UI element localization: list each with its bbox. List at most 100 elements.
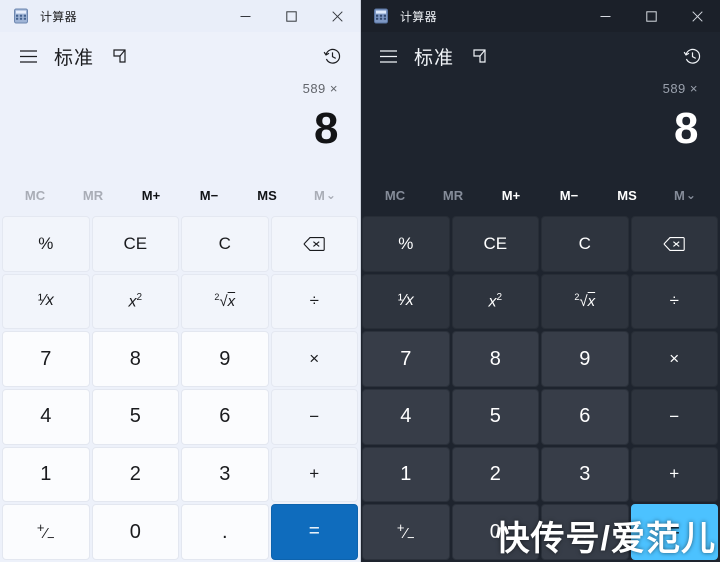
memory-recall-label: MR xyxy=(442,187,464,203)
equals-button[interactable]: = xyxy=(630,504,718,560)
digit-3-button[interactable]: 3 xyxy=(541,446,629,503)
history-clock-icon[interactable] xyxy=(316,40,348,72)
memory-subtract-button[interactable]: M− xyxy=(180,180,238,210)
square-button[interactable]: x2 xyxy=(451,273,539,330)
sign-toggle-button[interactable]: +⁄− xyxy=(2,504,90,560)
subtract-button[interactable]: − xyxy=(630,389,718,445)
digit-4-button[interactable]: 4 xyxy=(2,389,90,445)
digit-7-button[interactable]: 7 xyxy=(362,331,450,387)
digit-0-button[interactable]: 0 xyxy=(91,504,179,560)
maximize-button[interactable] xyxy=(268,0,314,32)
decimal-point-button[interactable]: . xyxy=(541,504,629,560)
keep-on-top-icon[interactable] xyxy=(106,43,132,69)
digit-2-button[interactable]: 2 xyxy=(91,446,179,503)
subtract-button[interactable]: − xyxy=(270,389,358,445)
digit-5-button[interactable]: 5 xyxy=(91,389,179,445)
hamburger-menu-icon[interactable] xyxy=(12,40,44,72)
result-value: 8 xyxy=(674,104,698,153)
square-root-button[interactable]: 2√x xyxy=(181,273,269,330)
percent-label: % xyxy=(398,233,414,253)
digit-1-button[interactable]: 1 xyxy=(2,446,90,503)
digit-1-label: 1 xyxy=(40,462,52,485)
digit-6-button[interactable]: 6 xyxy=(181,389,269,445)
percent-button[interactable]: % xyxy=(362,216,450,272)
clear-button[interactable]: C xyxy=(181,216,269,272)
square-root-button[interactable]: 2√x xyxy=(541,273,629,330)
digit-1-button[interactable]: 1 xyxy=(362,446,450,503)
digit-4-button[interactable]: 4 xyxy=(362,389,450,445)
backspace-button[interactable] xyxy=(630,216,718,272)
reciprocal-button[interactable]: ¹⁄x xyxy=(2,273,90,330)
multiply-label: × xyxy=(669,349,680,369)
memory-row-light: MC MR M+ M− MS M ⌄ xyxy=(0,176,360,214)
memory-dropdown-button[interactable]: M ⌄ xyxy=(296,180,354,210)
memory-dropdown-button[interactable]: M ⌄ xyxy=(656,180,714,210)
percent-button[interactable]: % xyxy=(2,216,90,272)
memory-dropdown-label: M xyxy=(314,187,325,203)
digit-7-button[interactable]: 7 xyxy=(2,331,90,387)
sign-toggle-label: +⁄− xyxy=(396,519,415,545)
multiply-button[interactable]: × xyxy=(630,331,718,387)
memory-store-button[interactable]: MS xyxy=(238,180,296,210)
digit-2-label: 2 xyxy=(489,462,501,485)
decimal-point-button[interactable]: . xyxy=(181,504,269,560)
hamburger-menu-icon[interactable] xyxy=(372,40,404,72)
digit-8-button[interactable]: 8 xyxy=(91,331,179,387)
history-clock-icon[interactable] xyxy=(676,40,708,72)
memory-clear-button[interactable]: MC xyxy=(366,180,424,210)
digit-9-button[interactable]: 9 xyxy=(541,331,629,387)
minimize-button[interactable] xyxy=(222,0,268,32)
clear-entry-button[interactable]: CE xyxy=(91,216,179,272)
digit-2-button[interactable]: 2 xyxy=(451,446,539,503)
add-button[interactable]: + xyxy=(630,446,718,503)
window-title: 计算器 xyxy=(400,9,437,24)
add-button[interactable]: + xyxy=(270,446,358,503)
digit-8-label: 8 xyxy=(129,347,141,370)
multiply-button[interactable]: × xyxy=(270,331,358,387)
digit-3-button[interactable]: 3 xyxy=(181,446,269,503)
decimal-point-label: . xyxy=(221,520,228,543)
close-button[interactable] xyxy=(314,0,360,32)
expression-text: 589 × xyxy=(302,81,338,96)
window-controls xyxy=(582,0,720,32)
calculator-icon xyxy=(373,8,389,24)
memory-clear-button[interactable]: MC xyxy=(6,180,64,210)
divide-button[interactable]: ÷ xyxy=(270,273,358,330)
close-button[interactable] xyxy=(674,0,720,32)
memory-subtract-label: M− xyxy=(559,187,579,203)
memory-subtract-button[interactable]: M− xyxy=(540,180,598,210)
chevron-down-icon: ⌄ xyxy=(325,188,336,202)
expression-text: 589 × xyxy=(662,81,698,96)
equals-button[interactable]: = xyxy=(270,504,358,560)
digit-6-button[interactable]: 6 xyxy=(541,389,629,445)
digit-5-label: 5 xyxy=(489,405,501,428)
result-value: 8 xyxy=(314,104,338,153)
clear-entry-button[interactable]: CE xyxy=(451,216,539,272)
memory-add-button[interactable]: M+ xyxy=(482,180,540,210)
maximize-button[interactable] xyxy=(628,0,674,32)
divide-button[interactable]: ÷ xyxy=(630,273,718,330)
clear-label: C xyxy=(218,233,231,253)
keep-on-top-icon[interactable] xyxy=(466,43,492,69)
square-button[interactable]: x2 xyxy=(91,273,179,330)
memory-store-button[interactable]: MS xyxy=(598,180,656,210)
memory-recall-button[interactable]: MR xyxy=(64,180,122,210)
digit-8-button[interactable]: 8 xyxy=(451,331,539,387)
memory-recall-button[interactable]: MR xyxy=(424,180,482,210)
memory-add-button[interactable]: M+ xyxy=(122,180,180,210)
add-label: + xyxy=(669,464,680,484)
memory-dropdown-label: M xyxy=(674,187,685,203)
percent-label: % xyxy=(38,233,54,253)
minimize-button[interactable] xyxy=(582,0,628,32)
digit-0-button[interactable]: 0 xyxy=(451,504,539,560)
clear-label: C xyxy=(578,233,591,253)
reciprocal-button[interactable]: ¹⁄x xyxy=(362,273,450,330)
add-label: + xyxy=(309,464,320,484)
backspace-button[interactable] xyxy=(270,216,358,272)
memory-add-label: M+ xyxy=(141,187,161,203)
clear-button[interactable]: C xyxy=(541,216,629,272)
digit-9-label: 9 xyxy=(579,347,591,370)
digit-9-button[interactable]: 9 xyxy=(181,331,269,387)
digit-5-button[interactable]: 5 xyxy=(451,389,539,445)
sign-toggle-button[interactable]: +⁄− xyxy=(362,504,450,560)
